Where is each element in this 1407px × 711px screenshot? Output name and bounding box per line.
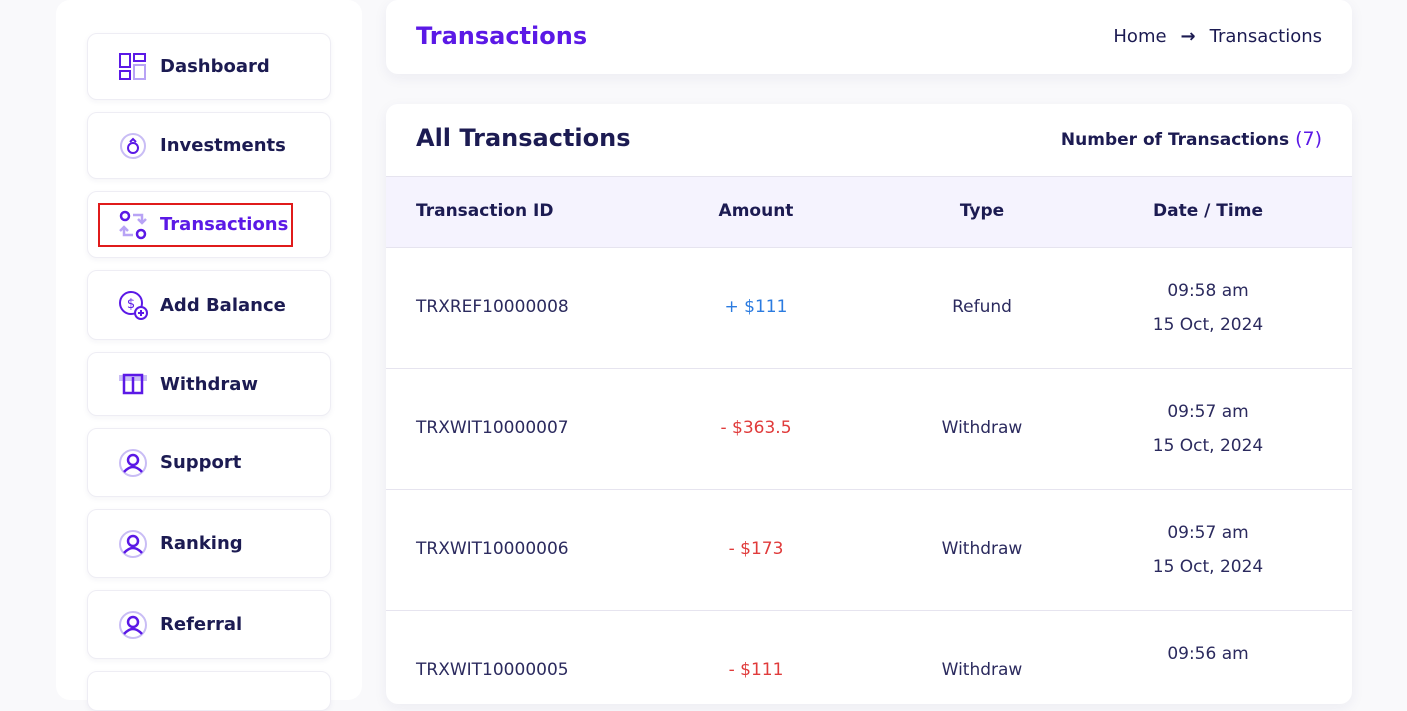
cell-datetime: 09:56 am: [1095, 637, 1321, 671]
cell-date: 15 Oct, 2024: [1152, 436, 1264, 456]
column-header-id: Transaction ID: [416, 201, 554, 221]
table-row: TRXWIT10000005 - $111 Withdraw 09:56 am: [386, 611, 1352, 704]
cell-datetime: 09:57 am 15 Oct, 2024: [1095, 516, 1321, 584]
sidebar-item-ranking[interactable]: Ranking: [87, 509, 331, 578]
table-row: TRXREF10000008 + $111 Refund 09:58 am 15…: [386, 248, 1352, 369]
sidebar-item-label: Referral: [160, 614, 243, 635]
cell-time: 09:57 am: [1167, 523, 1249, 543]
cell-datetime: 09:57 am 15 Oct, 2024: [1095, 395, 1321, 463]
page-title: Transactions: [416, 22, 588, 50]
sidebar-item-referral[interactable]: Referral: [87, 590, 331, 659]
withdraw-icon: [118, 369, 148, 399]
column-header-type: Type: [959, 201, 1005, 221]
user-icon: [118, 529, 148, 559]
sidebar-item-transactions[interactable]: Transactions: [87, 191, 331, 258]
transactions-card: All Transactions Number of Transactions …: [386, 104, 1352, 704]
add-balance-icon: $: [118, 290, 148, 320]
sidebar-item-label: Dashboard: [160, 56, 270, 77]
svg-text:$: $: [127, 297, 135, 312]
transaction-count: Number of Transactions (7): [1061, 128, 1322, 150]
sidebar-item-label: Investments: [160, 135, 286, 156]
breadcrumb: Home → Transactions: [1113, 26, 1322, 47]
table-header: Transaction ID Amount Type Date / Time: [386, 176, 1352, 248]
cell-type: Withdraw: [941, 660, 1023, 680]
page-header: Transactions Home → Transactions: [386, 0, 1352, 74]
cell-transaction-id: TRXWIT10000006: [416, 539, 569, 559]
sidebar-item-label: Add Balance: [160, 294, 286, 316]
cell-type: Refund: [952, 297, 1012, 317]
sidebar-item-support[interactable]: Support: [87, 428, 331, 497]
cell-date: 15 Oct, 2024: [1152, 315, 1264, 335]
cell-amount: + $111: [724, 297, 788, 317]
cell-transaction-id: TRXWIT10000005: [416, 660, 569, 680]
cell-type: Withdraw: [941, 418, 1023, 438]
card-title: All Transactions: [416, 124, 631, 152]
breadcrumb-current: Transactions: [1209, 26, 1322, 47]
arrow-right-icon: →: [1180, 26, 1196, 47]
sidebar-item-withdraw[interactable]: Withdraw: [87, 352, 331, 416]
column-header-amount: Amount: [718, 201, 794, 221]
sidebar-item-dashboard[interactable]: Dashboard: [87, 33, 331, 100]
cell-date: 15 Oct, 2024: [1152, 557, 1264, 577]
sidebar: Dashboard Investments Transactions $ Add…: [56, 0, 362, 711]
count-value: (7): [1295, 128, 1322, 150]
sidebar-item-investments[interactable]: Investments: [87, 112, 331, 179]
breadcrumb-home[interactable]: Home: [1113, 26, 1166, 47]
sidebar-item-add-balance[interactable]: $ Add Balance: [87, 270, 331, 340]
cell-transaction-id: TRXREF10000008: [416, 297, 569, 317]
cell-amount: - $363.5: [720, 418, 792, 438]
sidebar-item-more[interactable]: [87, 671, 331, 711]
sidebar-item-label: Support: [160, 452, 242, 473]
cell-type: Withdraw: [941, 539, 1023, 559]
count-label: Number of Transactions: [1060, 130, 1290, 150]
column-header-date: Date / Time: [1153, 201, 1263, 221]
active-highlight: [98, 203, 293, 247]
sidebar-item-label: Ranking: [160, 533, 243, 554]
table-row: TRXWIT10000006 - $173 Withdraw 09:57 am …: [386, 490, 1352, 611]
dashboard-icon: [118, 52, 148, 82]
cell-datetime: 09:58 am 15 Oct, 2024: [1095, 274, 1321, 342]
cell-transaction-id: TRXWIT10000007: [416, 418, 569, 438]
cell-time: 09:57 am: [1167, 402, 1249, 422]
user-icon: [118, 448, 148, 478]
cell-amount: - $111: [728, 660, 784, 680]
table-row: TRXWIT10000007 - $363.5 Withdraw 09:57 a…: [386, 369, 1352, 490]
cell-time: 09:56 am: [1167, 644, 1249, 664]
investments-icon: [118, 131, 148, 161]
user-icon: [118, 610, 148, 640]
cell-amount: - $173: [728, 539, 784, 559]
sidebar-item-label: Withdraw: [160, 373, 258, 395]
cell-time: 09:58 am: [1167, 281, 1249, 301]
